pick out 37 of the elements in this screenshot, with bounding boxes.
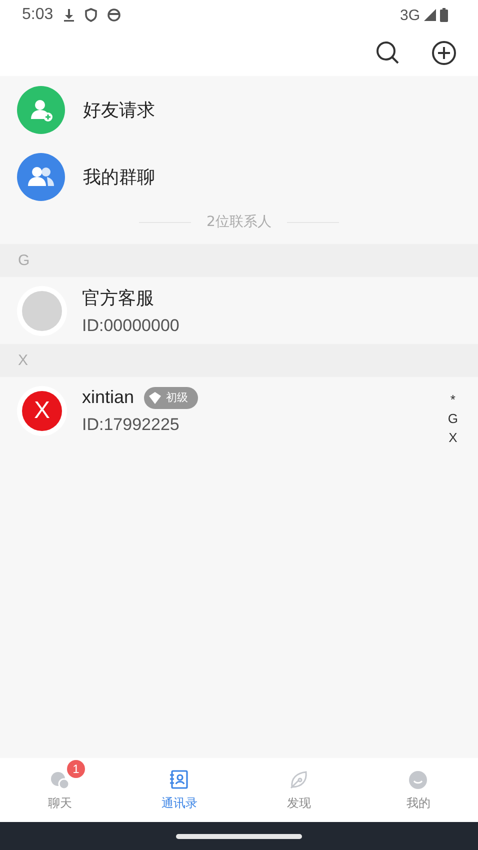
contact-name: xintian (82, 387, 134, 408)
signal-icon (424, 9, 436, 21)
tab[interactable]: 我的 (358, 758, 478, 822)
person-add-icon (17, 86, 65, 134)
shortcut-label: 好友请求 (83, 98, 155, 122)
shortcut-label: 我的群聊 (83, 166, 155, 188)
index-letter[interactable]: X (448, 430, 458, 446)
network-label: 3G (400, 6, 420, 24)
contact-name: 官方客服 (82, 286, 154, 310)
leaf-icon (288, 768, 310, 790)
add-button[interactable] (430, 39, 458, 67)
gem-icon (148, 390, 162, 404)
index-letter[interactable]: G (448, 411, 458, 427)
contact-count: 2位联系人 (206, 213, 272, 231)
contact-id: ID:00000000 (82, 316, 180, 336)
clock-time: 5:03 (22, 6, 54, 24)
battery-icon (440, 8, 448, 22)
contact-item[interactable]: 官方客服 ID:00000000 (0, 277, 478, 344)
shortcut-item[interactable]: 好友请求 (0, 76, 478, 143)
section-letter: X (18, 352, 28, 369)
download-icon (63, 8, 76, 22)
shortcut-item[interactable]: 我的群聊 (0, 143, 478, 210)
unread-badge: 1 (67, 760, 85, 778)
home-handle[interactable] (176, 834, 302, 838)
people-icon (17, 152, 65, 200)
level-text: 初级 (166, 390, 188, 405)
address-book-icon (168, 768, 190, 790)
contact-id: ID:17992225 (82, 414, 180, 434)
avatar: X (22, 390, 62, 430)
tab[interactable]: 聊天 1 (0, 758, 120, 822)
smiley-icon (407, 768, 430, 790)
section-letter: G (18, 252, 30, 269)
tab[interactable]: 发现 (239, 758, 358, 822)
avatar (22, 290, 62, 330)
shield-icon (85, 8, 98, 22)
tab[interactable]: 通讯录 (120, 758, 239, 822)
index-letter[interactable]: * (450, 392, 456, 408)
